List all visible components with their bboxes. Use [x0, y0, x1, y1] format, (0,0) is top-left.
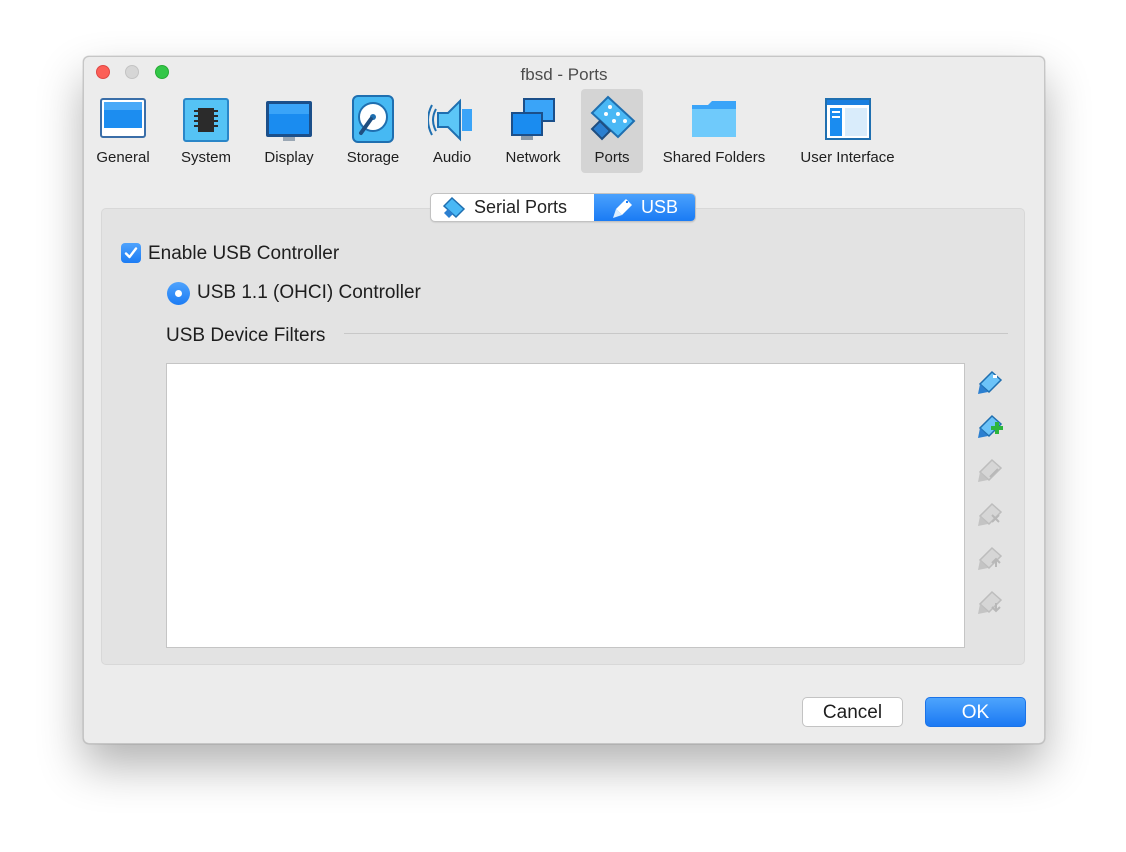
section-separator	[344, 333, 1008, 334]
checkmark-icon	[124, 247, 138, 259]
general-icon	[100, 98, 146, 138]
network-icon	[511, 98, 555, 140]
toolbar-item-general[interactable]: General	[91, 89, 155, 173]
toolbar-item-user-interface[interactable]: User Interface	[790, 89, 905, 173]
usb-add-filter-icon[interactable]	[976, 369, 1004, 397]
settings-dialog: fbsd - Ports General System Display Stor…	[83, 56, 1045, 744]
toolbar-label: Shared Folders	[662, 149, 766, 166]
usb-add-from-device-icon[interactable]	[976, 413, 1004, 441]
toolbar-item-audio[interactable]: Audio	[422, 89, 482, 173]
storage-disk-icon	[352, 95, 394, 143]
system-chip-icon	[183, 98, 229, 142]
settings-toolbar: General System Display Storage Audio Net…	[84, 89, 1044, 177]
ports-connector-icon	[590, 95, 636, 141]
toolbar-label: Audio	[432, 149, 472, 166]
toolbar-label: User Interface	[800, 149, 895, 166]
toolbar-label: System	[180, 149, 231, 166]
usb11-controller-label[interactable]: USB 1.1 (OHCI) Controller	[197, 282, 421, 304]
window-title: fbsd - Ports	[520, 65, 608, 84]
usb-move-down-icon[interactable]	[976, 589, 1004, 617]
tab-usb[interactable]: USB	[594, 194, 695, 221]
cancel-button[interactable]: Cancel	[802, 697, 903, 727]
usb-filters-list[interactable]	[166, 363, 965, 648]
toolbar-item-system[interactable]: System	[174, 89, 238, 173]
toolbar-label: Display	[264, 149, 314, 166]
folder-icon	[692, 101, 736, 137]
toolbar-item-network[interactable]: Network	[499, 89, 567, 173]
user-interface-icon	[824, 98, 871, 140]
usb-remove-filter-icon[interactable]	[976, 501, 1004, 529]
usb-move-up-icon[interactable]	[976, 545, 1004, 573]
usb-icon	[613, 199, 632, 218]
tab-usb-label: USB	[641, 197, 679, 217]
ok-button[interactable]: OK	[925, 697, 1026, 727]
toolbar-label: Network	[505, 149, 561, 166]
toolbar-item-display[interactable]: Display	[256, 89, 322, 173]
toolbar-item-storage[interactable]: Storage	[340, 89, 406, 173]
toolbar-item-shared-folders[interactable]: Shared Folders	[657, 89, 771, 173]
tab-serial-ports-label: Serial Ports	[474, 197, 568, 217]
usb-edit-filter-icon[interactable]	[976, 457, 1004, 485]
toolbar-item-ports[interactable]: Ports	[581, 89, 643, 173]
toolbar-label: Storage	[346, 149, 400, 166]
serial-port-icon	[443, 197, 465, 219]
usb11-controller-radio[interactable]	[167, 282, 190, 305]
radio-selected-dot	[175, 290, 182, 297]
toolbar-label: General	[96, 149, 150, 166]
enable-usb-checkbox[interactable]	[121, 243, 141, 263]
ports-tab-bar: Serial Ports USB	[430, 193, 696, 222]
display-monitor-icon	[266, 101, 312, 141]
toolbar-label: Ports	[594, 149, 630, 166]
enable-usb-label[interactable]: Enable USB Controller	[148, 243, 339, 265]
title-bar: fbsd - Ports	[84, 57, 1044, 91]
usb-device-filters-heading: USB Device Filters	[166, 325, 326, 346]
audio-speaker-icon	[428, 98, 472, 142]
tab-serial-ports[interactable]: Serial Ports	[431, 194, 594, 221]
